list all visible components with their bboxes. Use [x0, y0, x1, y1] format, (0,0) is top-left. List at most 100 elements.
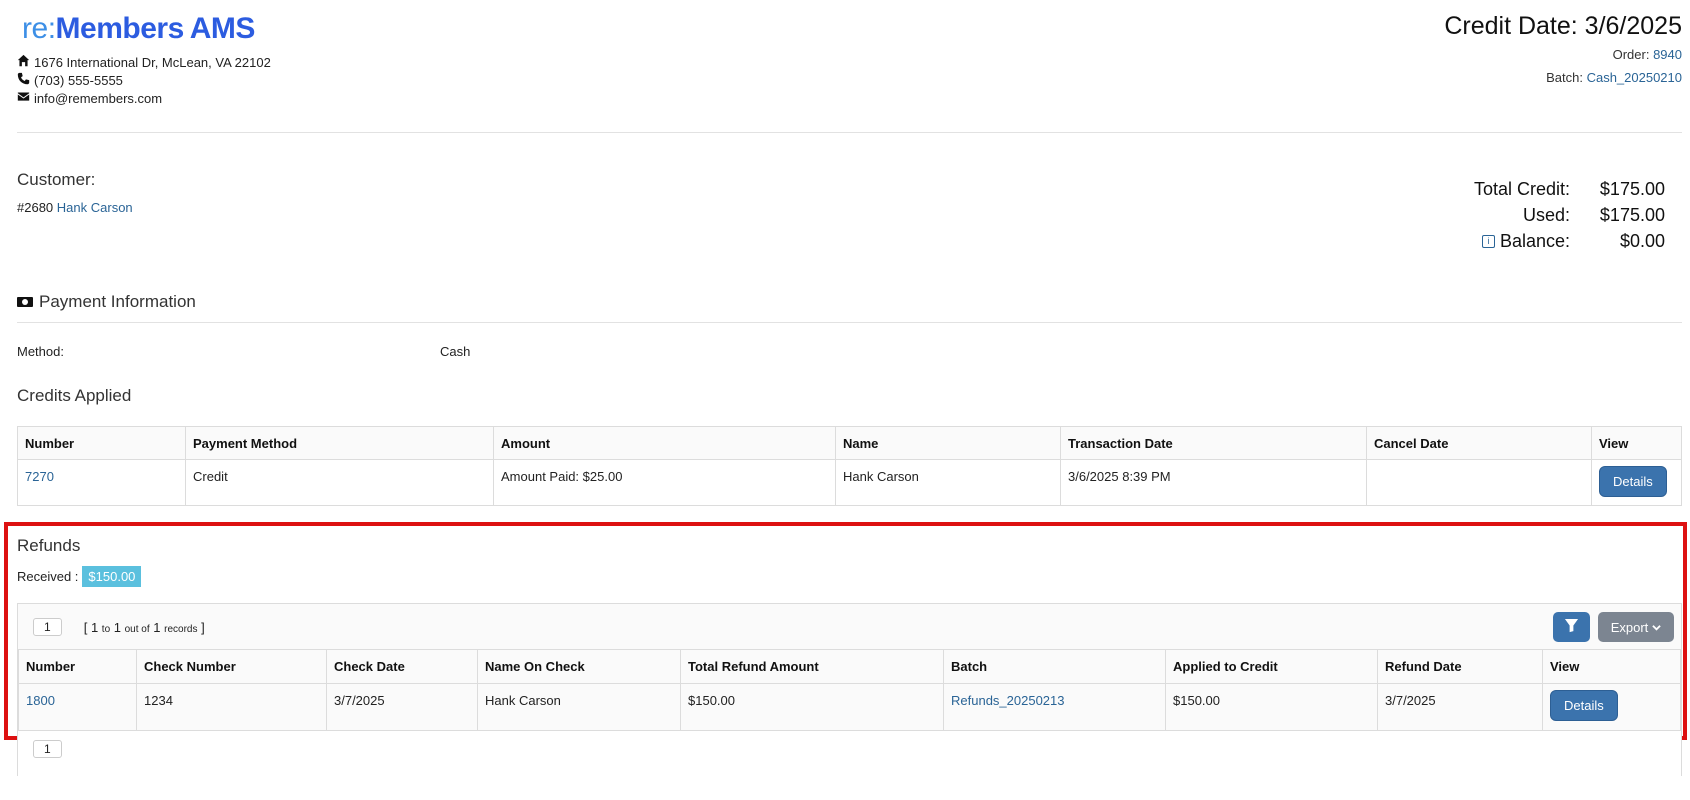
received-badge: $150.00	[82, 566, 142, 587]
method-value: Cash	[440, 344, 471, 359]
refunds-received: Received : $150.00	[17, 566, 142, 587]
refund-check-date: 3/7/2025	[326, 683, 478, 731]
col-cancel-date[interactable]: Cancel Date	[1366, 426, 1592, 460]
col-refund-date[interactable]: Refund Date	[1377, 649, 1543, 684]
records-total: 1	[153, 619, 161, 635]
credit-view-cell: Details	[1591, 459, 1682, 506]
money-icon	[17, 297, 33, 307]
credit-number-link[interactable]: 7270	[25, 469, 54, 484]
phone-text: (703) 555-5555	[34, 73, 123, 88]
customer-name-link[interactable]: Hank Carson	[57, 200, 133, 215]
col-payment-method[interactable]: Payment Method	[185, 426, 494, 460]
total-credit-value: $175.00	[1599, 179, 1665, 199]
col-amount[interactable]: Amount	[493, 426, 836, 460]
chevron-down-icon	[1652, 620, 1662, 635]
refund-name-on-check: Hank Carson	[477, 683, 681, 731]
credit-number-cell: 7270	[17, 459, 186, 506]
logo-members: Members	[55, 12, 185, 45]
total-credit-label: Total Credit:	[1473, 179, 1570, 199]
logo: re:Members AMS	[22, 12, 255, 46]
col-name-on-check[interactable]: Name On Check	[477, 649, 681, 684]
credit-cancel-date	[1366, 459, 1592, 506]
payment-info-title-text: Payment Information	[39, 292, 196, 311]
order-label: Order:	[1612, 47, 1650, 62]
received-label: Received :	[17, 569, 79, 584]
export-label: Export	[1610, 619, 1649, 635]
credit-date: Credit Date: 3/6/2025	[1444, 12, 1682, 41]
refund-applied-to-credit: $150.00	[1165, 683, 1378, 731]
table-row: 7270 Credit Amount Paid: $25.00 Hank Car…	[17, 459, 1682, 506]
col-total-refund-amount[interactable]: Total Refund Amount	[680, 649, 944, 684]
refund-number-cell: 1800	[18, 683, 137, 731]
filter-button[interactable]	[1553, 612, 1590, 642]
credit-date-value: 3/6/2025	[1584, 12, 1682, 40]
credit-payment-method: Credit	[185, 459, 494, 506]
records-close-bracket: ]	[201, 619, 205, 635]
customer-title: Customer:	[17, 170, 96, 189]
address-text: 1676 International Dr, McLean, VA 22102	[34, 55, 271, 70]
envelope-icon	[17, 90, 30, 108]
used-label: Used:	[1522, 205, 1570, 225]
email-text: info@remembers.com	[34, 91, 163, 106]
records-summary: [ 1 to 1 out of 1 records ]	[84, 620, 205, 635]
credit-details-button[interactable]: Details	[1599, 466, 1667, 497]
logo-re: re	[22, 12, 48, 45]
method-label: Method:	[17, 344, 64, 359]
credit-header: Credit Date: 3/6/2025 Order: 8940 Batch:…	[1444, 12, 1682, 88]
col-batch[interactable]: Batch	[943, 649, 1166, 684]
col-view: View	[1591, 426, 1682, 460]
col-transaction-date[interactable]: Transaction Date	[1060, 426, 1367, 460]
table-header-row: Number Check Number Check Date Name On C…	[18, 649, 1681, 684]
home-icon	[17, 54, 30, 72]
batch-label: Batch:	[1546, 70, 1583, 85]
records-out-of-word: out of	[124, 623, 150, 635]
batch-line: Batch: Cash_20250210	[1444, 68, 1682, 88]
order-line: Order: 8940	[1444, 45, 1682, 65]
order-link[interactable]: 8940	[1653, 47, 1682, 62]
customer-id: #2680	[17, 200, 54, 215]
records-word: records	[164, 623, 198, 635]
customer-line: #2680 Hank Carson	[17, 200, 133, 215]
refund-number-link[interactable]: 1800	[26, 693, 55, 708]
balance-value: $0.00	[1619, 231, 1665, 251]
refund-batch-cell: Refunds_20250213	[943, 683, 1166, 731]
info-icon[interactable]: i	[1481, 234, 1495, 248]
records-to-word: to	[101, 623, 111, 635]
page-number-button-bottom[interactable]: 1	[33, 740, 62, 758]
col-view: View	[1542, 649, 1681, 684]
table-header-row: Number Payment Method Amount Name Transa…	[17, 426, 1682, 460]
records-to: 1	[113, 619, 121, 635]
logo-colon: :	[47, 12, 56, 45]
credit-amount: Amount Paid: $25.00	[493, 459, 836, 506]
header-divider	[17, 132, 1682, 133]
refunds-bottom-pager: 1	[18, 730, 1681, 776]
credit-totals: Total Credit: $175.00 Used: $175.00 i Ba…	[1474, 176, 1665, 254]
refunds-title: Refunds	[17, 536, 81, 555]
refund-batch-link[interactable]: Refunds_20250213	[951, 693, 1065, 708]
payment-info-title: Payment Information	[17, 292, 196, 312]
col-number[interactable]: Number	[18, 649, 137, 684]
col-check-number[interactable]: Check Number	[136, 649, 327, 684]
phone-icon	[17, 72, 30, 90]
refunds-panel: 1 [ 1 to 1 out of 1 records ] Export Num…	[17, 603, 1682, 776]
records-from: 1	[90, 619, 99, 635]
export-button[interactable]: Export	[1598, 612, 1674, 642]
refund-total-amount: $150.00	[680, 683, 944, 731]
credits-applied-title: Credits Applied	[17, 386, 132, 405]
col-name[interactable]: Name	[835, 426, 1061, 460]
col-number[interactable]: Number	[17, 426, 186, 460]
filter-icon	[1564, 618, 1579, 636]
contact-info: 1676 International Dr, McLean, VA 22102 …	[17, 54, 271, 108]
credit-name: Hank Carson	[835, 459, 1061, 506]
col-check-date[interactable]: Check Date	[326, 649, 478, 684]
payment-divider	[17, 322, 1682, 323]
credit-transaction-date: 3/6/2025 8:39 PM	[1060, 459, 1367, 506]
refund-details-button[interactable]: Details	[1550, 690, 1618, 721]
refund-date: 3/7/2025	[1377, 683, 1543, 731]
page-number-button[interactable]: 1	[33, 618, 62, 636]
logo-ams: AMS	[189, 12, 256, 45]
batch-link[interactable]: Cash_20250210	[1587, 70, 1682, 85]
col-applied-to-credit[interactable]: Applied to Credit	[1165, 649, 1378, 684]
refunds-table: Number Check Number Check Date Name On C…	[18, 649, 1681, 731]
credit-date-label: Credit Date:	[1444, 12, 1578, 40]
